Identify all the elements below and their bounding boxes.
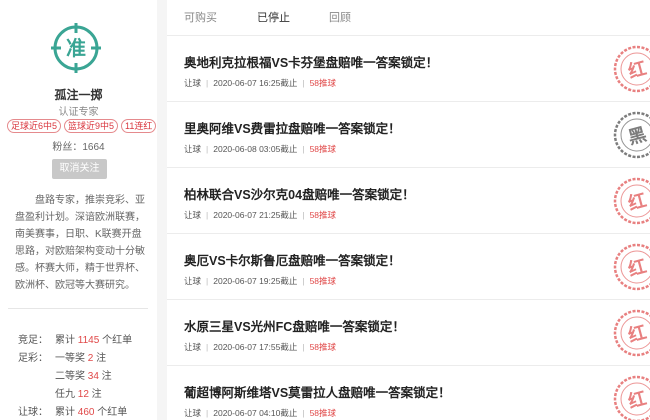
red-result-stamp-icon: 红: [613, 309, 650, 357]
meta-separator: |: [302, 144, 305, 154]
unfollow-button[interactable]: 取消关注: [52, 159, 107, 179]
article-row[interactable]: 葡超博阿斯维塔VS莫雷拉人盘赔唯一答案锁定！ 让球 | 2020-06-07 04:1…: [167, 365, 650, 420]
meta-separator: |: [206, 342, 209, 352]
expert-title: 认证专家: [58, 107, 99, 118]
meta-separator: |: [302, 78, 305, 88]
meta-separator: |: [206, 408, 209, 418]
bet-type: 让球: [184, 210, 202, 220]
meta-separator: |: [302, 342, 305, 352]
avatar[interactable]: 准: [50, 22, 102, 74]
article-title[interactable]: 里奥阿维VS费雷拉盘赔唯一答案锁定！: [184, 118, 401, 137]
meta-separator: |: [302, 276, 305, 286]
badge-football-record: 足球近6中5: [7, 119, 62, 133]
stat-category: 让球：: [18, 407, 48, 418]
article-meta: 让球 | 2020-06-07 16:25截止 | 58推球: [184, 77, 336, 89]
crosshair-avatar-icon: 准: [51, 23, 101, 73]
price: 58推球: [309, 342, 337, 352]
stat-suffix: 个红单: [99, 335, 133, 346]
stat-value: 12: [77, 389, 89, 400]
article-title[interactable]: 奥地利克拉根福VS卡芬堡盘赔唯一答案锁定！: [184, 52, 438, 71]
black-result-stamp-icon: 黑: [613, 111, 650, 159]
stat-suffix: 注: [88, 389, 102, 400]
meta-separator: |: [206, 144, 209, 154]
price: 58推球: [309, 78, 337, 88]
red-result-stamp-icon: 红: [613, 177, 650, 225]
red-result-stamp-icon: 红: [613, 45, 650, 93]
stamp-text: 黑: [626, 124, 649, 149]
stamp-text: 红: [626, 255, 649, 281]
fans-count: 粉丝：1664: [52, 142, 105, 153]
tab-available[interactable]: 可购买: [184, 9, 217, 25]
badge-basketball-record: 篮球近9中5: [64, 119, 119, 133]
article-row[interactable]: 水原三星VS光州FC盘赔唯一答案锁定！ 让球 | 2020-06-07 17:55截止…: [167, 299, 650, 365]
article-title[interactable]: 奥厄VS卡尔斯鲁厄盘赔唯一答案锁定！: [184, 250, 401, 269]
meta-separator: |: [206, 276, 209, 286]
tab-review[interactable]: 回顾: [329, 9, 351, 25]
article-title[interactable]: 葡超博阿斯维塔VS莫雷拉人盘赔唯一答案锁定！: [184, 382, 451, 401]
expert-sidebar: 准 孤注一掷 认证专家 足球近6中5 篮球近9中5 11连红 粉丝：1664 取…: [0, 0, 157, 420]
badge-streak: 11连红: [121, 119, 157, 133]
meta-separator: |: [302, 210, 305, 220]
price: 58推球: [309, 144, 337, 154]
record-badges: 足球近6中5 篮球近9中5 11连红: [7, 119, 157, 133]
deadline-time: 2020-06-07 16:25截止: [213, 78, 298, 88]
stat-value: 460: [77, 407, 95, 418]
price: 58推球: [309, 210, 337, 220]
article-title[interactable]: 水原三星VS光州FC盘赔唯一答案锁定！: [184, 316, 405, 335]
tab-bar: 可购买 已停止 回顾: [167, 0, 650, 33]
tab-stopped[interactable]: 已停止: [257, 9, 290, 25]
deadline-time: 2020-06-07 17:55截止: [213, 342, 298, 352]
avatar-char: 准: [66, 36, 86, 60]
article-title[interactable]: 柏林联合VS沙尔克04盘赔唯一答案锁定！: [184, 184, 415, 203]
price: 58推球: [309, 408, 337, 418]
stat-suffix: 个红单: [94, 407, 128, 418]
article-meta: 让球 | 2020-06-07 04:10截止 | 58推球: [184, 407, 336, 419]
article-meta: 让球 | 2020-06-08 03:05截止 | 58推球: [184, 143, 336, 155]
deadline-time: 2020-06-07 21:25截止: [213, 210, 298, 220]
stat-prefix: 累计: [55, 335, 78, 346]
stat-prefix: 二等奖: [55, 371, 88, 382]
price: 58推球: [309, 276, 337, 286]
meta-separator: |: [206, 210, 209, 220]
divider: [8, 308, 148, 309]
article-row[interactable]: 柏林联合VS沙尔克04盘赔唯一答案锁定！ 让球 | 2020-06-07 21:25截…: [167, 167, 650, 233]
article-row[interactable]: 奥厄VS卡尔斯鲁厄盘赔唯一答案锁定！ 让球 | 2020-06-07 19:25截止 |…: [167, 233, 650, 299]
stat-value: 1145: [77, 335, 100, 346]
deadline-time: 2020-06-07 04:10截止: [213, 408, 298, 418]
bet-type: 让球: [184, 144, 202, 154]
bet-type: 让球: [184, 342, 202, 352]
article-row[interactable]: 奥地利克拉根福VS卡芬堡盘赔唯一答案锁定！ 让球 | 2020-06-07 16:25…: [167, 35, 650, 101]
expert-bio: 盘路专家，推崇竞彩、亚盘盈利计划。深谙欧洲联赛，南美赛事，日职、K联赛开盘思路，…: [15, 195, 145, 291]
meta-separator: |: [302, 408, 305, 418]
stat-suffix: 注: [98, 371, 112, 382]
stat-suffix: 注: [93, 353, 107, 364]
stat-prefix: 一等奖: [55, 353, 88, 364]
stamp-text: 红: [626, 321, 649, 347]
article-meta: 让球 | 2020-06-07 19:25截止 | 58推球: [184, 275, 336, 287]
stamp-text: 红: [626, 57, 649, 83]
meta-separator: |: [206, 78, 209, 88]
article-row[interactable]: 里奥阿维VS费雷拉盘赔唯一答案锁定！ 让球 | 2020-06-08 03:05截止 |…: [167, 101, 650, 167]
deadline-time: 2020-06-07 19:25截止: [213, 276, 298, 286]
bet-type: 让球: [184, 408, 202, 418]
username: 孤注一掷: [54, 88, 103, 102]
red-result-stamp-icon: 红: [613, 243, 650, 291]
stat-category: 足彩：: [18, 353, 48, 364]
stat-category: 竞足：: [18, 335, 48, 346]
article-meta: 让球 | 2020-06-07 17:55截止 | 58推球: [184, 341, 336, 353]
stat-prefix: 任九: [55, 389, 78, 400]
deadline-time: 2020-06-08 03:05截止: [213, 144, 298, 154]
article-panel: 可购买 已停止 回顾 奥地利克拉根福VS卡芬堡盘赔唯一答案锁定！ 让球 | 2020-…: [167, 0, 650, 420]
bet-type: 让球: [184, 78, 202, 88]
stat-value: 34: [87, 371, 99, 382]
bet-type: 让球: [184, 276, 202, 286]
stamp-text: 红: [626, 189, 649, 215]
stamp-text: 红: [626, 387, 649, 413]
article-meta: 让球 | 2020-06-07 21:25截止 | 58推球: [184, 209, 336, 221]
stat-prefix: 累计: [55, 407, 78, 418]
red-result-stamp-icon: 红: [613, 375, 650, 420]
